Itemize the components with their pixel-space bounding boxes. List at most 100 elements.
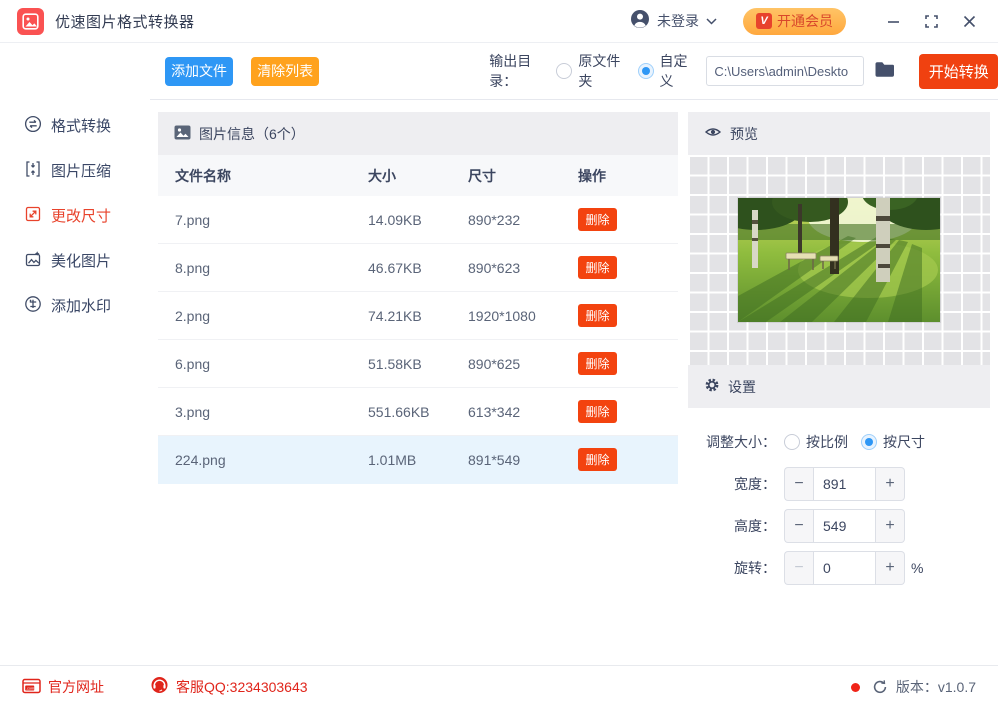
table-row[interactable]: 6.png 51.58KB 890*625 删除 bbox=[158, 340, 678, 388]
rotate-label: 旋转： bbox=[734, 560, 776, 576]
table-row[interactable]: 2.png 74.21KB 1920*1080 删除 bbox=[158, 292, 678, 340]
clear-list-button[interactable]: 清除列表 bbox=[251, 56, 320, 86]
right-panel: 预览 设置 调整大小： 按比例 按尺寸 宽度： − 891 + 高度： − 54… bbox=[688, 112, 990, 665]
table-row[interactable]: 7.png 14.09KB 890*232 删除 bbox=[158, 196, 678, 244]
rotate-decrease-button[interactable]: − bbox=[784, 551, 813, 585]
official-website-label: 官方网址 bbox=[48, 679, 104, 695]
sidebar-item-resize[interactable]: 更改尺寸 bbox=[0, 193, 150, 238]
output-path-input[interactable] bbox=[706, 56, 865, 86]
delete-button[interactable]: 删除 bbox=[578, 208, 617, 231]
settings-header: 设置 bbox=[688, 365, 990, 408]
file-name: 6.png bbox=[175, 355, 211, 372]
sidebar-item-label: 更改尺寸 bbox=[51, 208, 112, 225]
gear-icon bbox=[704, 377, 720, 396]
format-convert-icon bbox=[24, 115, 42, 137]
official-website-link[interactable]: .com 官方网址 bbox=[22, 677, 104, 697]
file-dims: 613*342 bbox=[468, 403, 521, 420]
file-name: 8.png bbox=[175, 259, 211, 276]
check-update-button[interactable] bbox=[872, 679, 888, 695]
resize-mode-row: 调整大小： 按比例 按尺寸 bbox=[688, 425, 976, 459]
maximize-button[interactable] bbox=[916, 6, 946, 36]
rotate-input[interactable] bbox=[813, 551, 876, 585]
rotate-row: 旋转： − + % bbox=[688, 551, 976, 585]
close-button[interactable] bbox=[954, 6, 984, 36]
sidebar-item-compress[interactable]: 图片压缩 bbox=[0, 148, 150, 193]
height-input[interactable] bbox=[813, 509, 876, 543]
rotate-increase-button[interactable]: + bbox=[876, 551, 905, 585]
delete-button[interactable]: 删除 bbox=[578, 304, 617, 327]
height-label: 高度： bbox=[734, 518, 776, 534]
titlebar: 优速图片格式转换器 未登录 V 开通会员 bbox=[0, 0, 998, 43]
eye-icon bbox=[704, 125, 722, 142]
width-increase-button[interactable]: + bbox=[876, 467, 905, 501]
radio-by-ratio[interactable]: 按比例 bbox=[784, 432, 848, 452]
delete-button[interactable]: 删除 bbox=[578, 400, 617, 423]
support-qq-link[interactable]: 客服QQ:3234303643 bbox=[150, 676, 308, 698]
resize-icon bbox=[24, 205, 42, 227]
login-status: 未登录 bbox=[657, 13, 699, 29]
add-files-button[interactable]: 添加文件 bbox=[165, 56, 234, 86]
output-dir-label: 输出目录： bbox=[489, 53, 532, 89]
toolbar: 添加文件 清除列表 输出目录： 原文件夹 自定义 开始转换 bbox=[150, 43, 998, 100]
file-name: 2.png bbox=[175, 307, 211, 324]
start-convert-button[interactable]: 开始转换 bbox=[919, 53, 998, 89]
table-row-selected[interactable]: 224.png 1.01MB 891*549 删除 bbox=[158, 436, 678, 484]
content-column: 添加文件 清除列表 输出目录： 原文件夹 自定义 开始转换 bbox=[150, 43, 998, 665]
vip-label: 开通会员 bbox=[777, 13, 833, 29]
height-decrease-button[interactable]: − bbox=[784, 509, 813, 543]
radio-custom-folder[interactable]: 自定义 bbox=[637, 51, 694, 91]
settings-title: 设置 bbox=[728, 378, 756, 395]
preview-header: 预览 bbox=[688, 112, 990, 155]
settings-body: 调整大小： 按比例 按尺寸 宽度： − 891 + 高度： − 549 + 旋转… bbox=[688, 408, 990, 585]
radio-original-folder[interactable]: 原文件夹 bbox=[556, 51, 624, 91]
radio-original-folder-label: 原文件夹 bbox=[578, 53, 621, 89]
file-size: 1.01MB bbox=[368, 451, 417, 468]
width-row: 宽度： − + bbox=[688, 467, 976, 501]
sidebar-item-label: 添加水印 bbox=[51, 298, 112, 315]
sidebar-item-beautify[interactable]: 美化图片 bbox=[0, 238, 150, 283]
width-input[interactable] bbox=[813, 467, 876, 501]
sidebar-item-watermark[interactable]: 添加水印 bbox=[0, 283, 150, 328]
file-size: 51.58KB bbox=[368, 355, 422, 372]
headset-icon bbox=[150, 676, 169, 698]
delete-button[interactable]: 删除 bbox=[578, 352, 617, 375]
status-dot-icon bbox=[850, 682, 860, 692]
login-menu[interactable]: 未登录 bbox=[630, 9, 717, 34]
radio-custom-label: 自定义 bbox=[659, 53, 688, 89]
radio-circle-icon bbox=[556, 63, 573, 79]
file-dims: 890*623 bbox=[468, 259, 521, 276]
sidebar-item-label: 格式转换 bbox=[51, 118, 112, 135]
radio-by-size[interactable]: 按尺寸 bbox=[861, 432, 925, 452]
delete-button[interactable]: 删除 bbox=[578, 256, 617, 279]
website-icon: .com bbox=[22, 678, 41, 697]
col-header-dims: 尺寸 bbox=[468, 167, 496, 184]
width-decrease-button[interactable]: − bbox=[784, 467, 813, 501]
sidebar-item-label: 美化图片 bbox=[51, 253, 112, 270]
app-logo-icon bbox=[17, 7, 44, 35]
beautify-icon bbox=[24, 250, 42, 272]
file-size: 14.09KB bbox=[368, 211, 422, 228]
open-vip-button[interactable]: V 开通会员 bbox=[743, 7, 846, 35]
file-panel-title: 图片信息（6个） bbox=[199, 125, 305, 142]
rotate-unit: % bbox=[911, 560, 924, 576]
sidebar-item-format-convert[interactable]: 格式转换 bbox=[0, 103, 150, 148]
browse-folder-button[interactable] bbox=[872, 59, 897, 83]
height-increase-button[interactable]: + bbox=[876, 509, 905, 543]
delete-button[interactable]: 删除 bbox=[578, 448, 617, 471]
rotate-stepper: − + bbox=[784, 551, 905, 585]
radio-circle-checked-icon bbox=[861, 434, 877, 450]
compress-icon bbox=[24, 160, 42, 182]
file-dims: 1920*1080 bbox=[468, 307, 536, 324]
table-row[interactable]: 3.png 551.66KB 613*342 删除 bbox=[158, 388, 678, 436]
refresh-icon bbox=[873, 680, 887, 694]
radio-by-ratio-label: 按比例 bbox=[806, 434, 848, 450]
chevron-down-icon bbox=[706, 12, 717, 30]
minimize-button[interactable] bbox=[878, 6, 908, 36]
file-dims: 890*625 bbox=[468, 355, 521, 372]
preview-canvas bbox=[688, 155, 990, 365]
preview-image bbox=[738, 198, 940, 322]
table-row[interactable]: 8.png 46.67KB 890*623 删除 bbox=[158, 244, 678, 292]
height-row: 高度： − + bbox=[688, 509, 976, 543]
width-label: 宽度： bbox=[734, 476, 776, 492]
resize-label: 调整大小： bbox=[706, 434, 776, 450]
